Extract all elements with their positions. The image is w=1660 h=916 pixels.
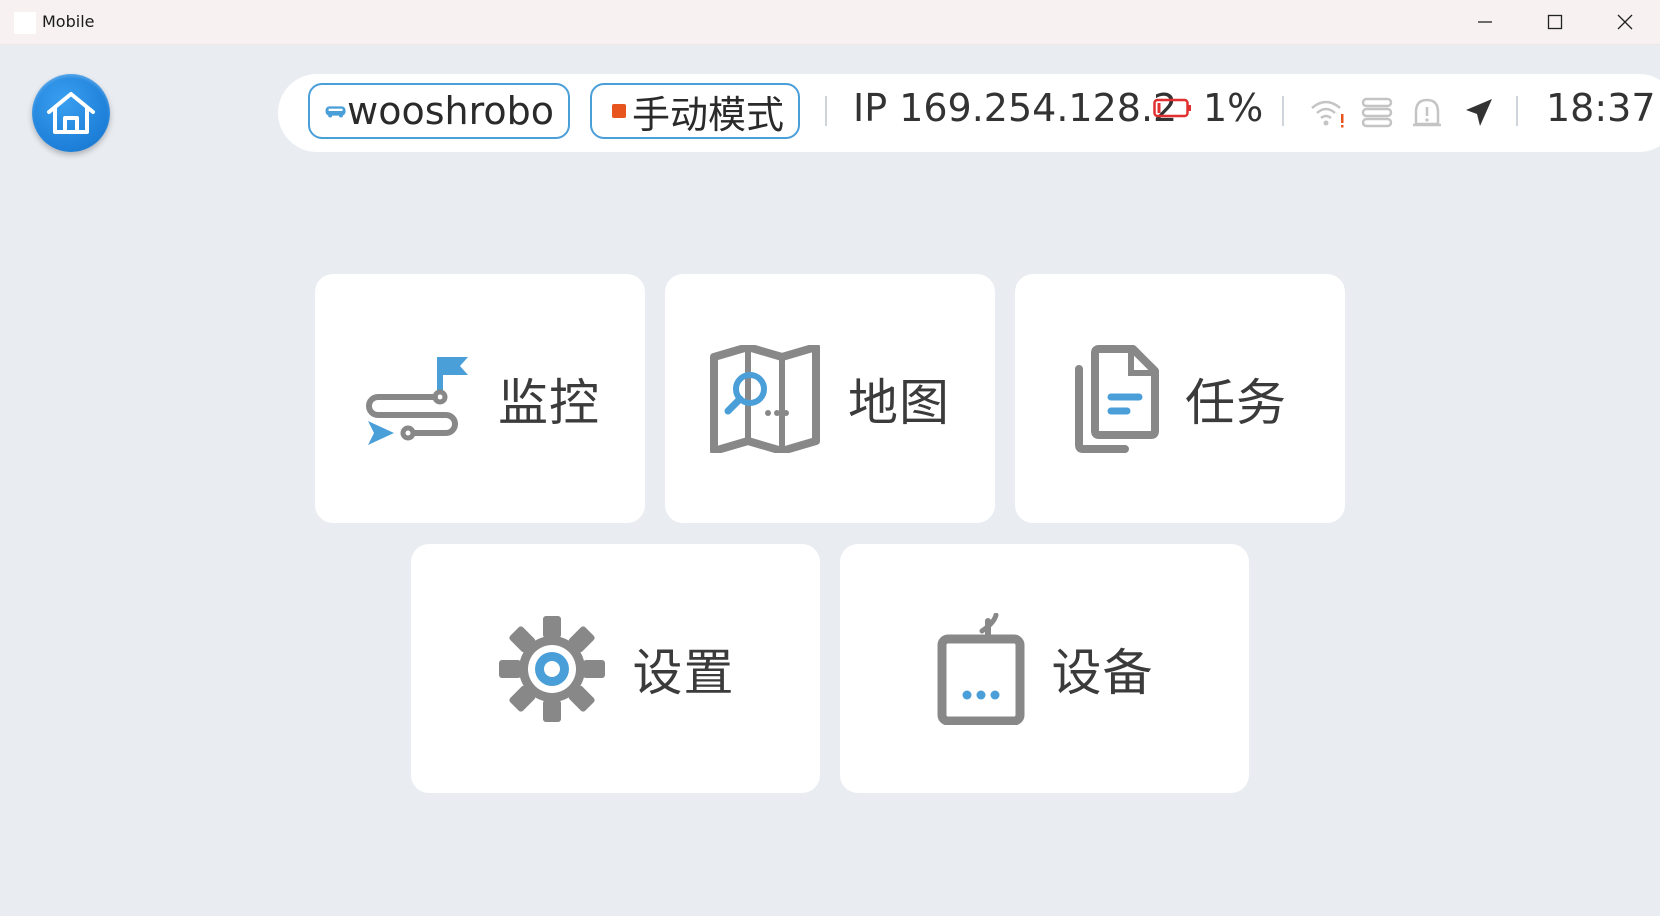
close-button[interactable] <box>1590 0 1660 44</box>
task-label: 任务 <box>1185 373 1287 432</box>
robot-selector[interactable]: wooshrobo <box>308 83 570 139</box>
window-titlebar: Mobile <box>0 0 1660 45</box>
clock: 18:37 <box>1546 86 1656 130</box>
device-label: 设备 <box>1051 643 1154 702</box>
device-icon <box>937 612 1024 725</box>
navigation-arrow-icon[interactable] <box>1462 94 1496 130</box>
robot-icon <box>325 106 346 118</box>
monitor-label: 监控 <box>498 373 600 432</box>
settings-tile[interactable]: 设置 <box>411 544 820 793</box>
documents-icon <box>1075 344 1159 453</box>
minimize-icon <box>1478 21 1492 23</box>
map-label: 地图 <box>848 373 950 432</box>
app-icon <box>14 12 36 34</box>
mode-label: 手动模式 <box>632 92 785 137</box>
alert-icon[interactable] <box>1410 94 1444 130</box>
route-flag-icon <box>366 356 468 445</box>
maximize-icon <box>1547 14 1563 30</box>
close-icon <box>1617 14 1633 30</box>
gear-icon <box>498 615 605 722</box>
device-tile[interactable]: 设备 <box>840 544 1249 793</box>
monitor-tile[interactable]: 监控 <box>315 274 645 523</box>
settings-label: 设置 <box>632 643 735 702</box>
home-icon <box>47 92 95 134</box>
window-title: Mobile <box>42 12 95 31</box>
mode-selector[interactable]: 手动模式 <box>590 83 800 139</box>
mode-indicator <box>612 104 626 118</box>
wifi-warning-icon[interactable] <box>1308 94 1348 130</box>
task-tile[interactable]: 任务 <box>1015 274 1345 523</box>
robot-name: wooshrobo <box>347 89 554 133</box>
ip-address: IP 169.254.128.2 <box>853 86 1178 130</box>
battery-icon <box>1153 98 1191 118</box>
divider <box>1516 96 1518 126</box>
maximize-button[interactable] <box>1520 0 1590 44</box>
battery-percent: 1% <box>1203 86 1264 130</box>
map-search-icon <box>710 344 820 453</box>
status-bar: wooshrobo 手动模式 IP 169.254.128.2 1% 18:37 <box>278 74 1660 152</box>
server-icon[interactable] <box>1360 94 1394 130</box>
home-button[interactable] <box>32 74 110 152</box>
divider <box>825 96 827 126</box>
divider <box>1282 96 1284 126</box>
minimize-button[interactable] <box>1450 0 1520 44</box>
map-tile[interactable]: 地图 <box>665 274 995 523</box>
